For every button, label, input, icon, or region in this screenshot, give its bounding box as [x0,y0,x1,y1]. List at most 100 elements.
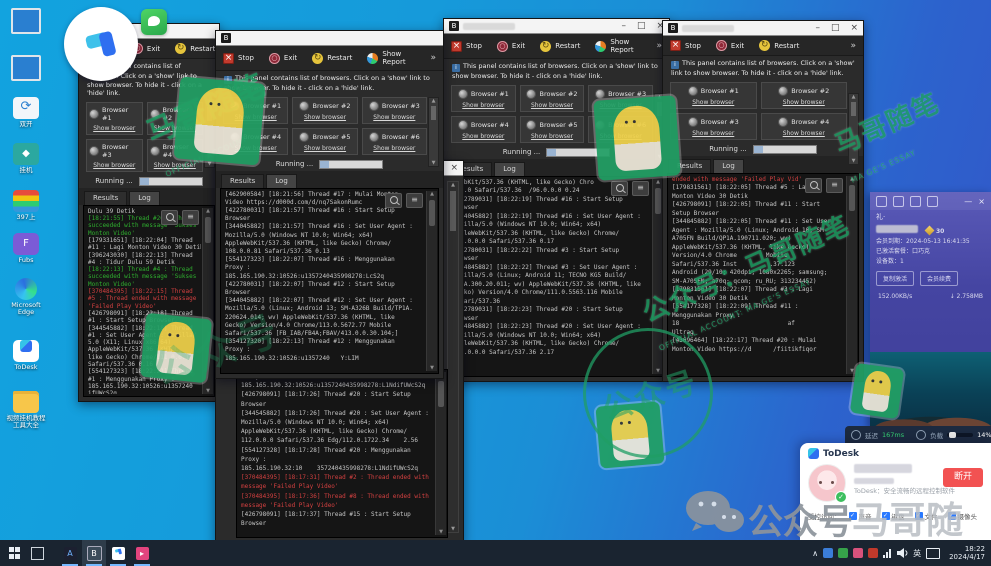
tab-log[interactable]: Log [713,159,744,173]
report-button[interactable]: Show Report [595,38,641,54]
show-browser-link[interactable]: Show browser [93,125,135,132]
speaker-icon[interactable] [896,548,908,558]
tray-icon-green[interactable] [838,548,848,558]
access-checkbox[interactable]: ✓声音 [849,511,872,521]
taskbar-app-pink[interactable]: ▸ [130,540,154,566]
start-button[interactable] [9,547,21,559]
tray-expand-icon[interactable]: ∧ [812,549,818,558]
ime-indicator[interactable]: 英 [913,548,921,559]
tab-log[interactable]: Log [494,162,525,176]
stop-button[interactable]: Stop [223,53,254,64]
taskbar-app-browser[interactable]: B [82,540,106,566]
show-browser-link[interactable]: Show browser [304,114,346,121]
restart-button[interactable]: Restart [312,53,352,64]
log-scrollbar[interactable]: ▲▼ [846,176,857,374]
restart-button[interactable]: Restart [540,41,580,52]
desktop-icon-guaji[interactable]: ◆挂机 [6,143,46,174]
show-browser-link[interactable]: Show browser [600,133,642,140]
todesk-floating-ball[interactable] [64,7,138,81]
log-scrollbar[interactable]: ▲▼ [202,208,213,394]
title-bar[interactable]: B [216,31,443,46]
taskbar-app-a[interactable]: A [58,540,82,566]
taskbar-app-todesk[interactable] [106,540,130,566]
browser-list-scrollbar[interactable]: ▲▼ [428,97,439,167]
desktop-icon-dualopen[interactable]: ⟳双开 [6,97,46,128]
log-scrollbar[interactable]: ▲▼ [426,191,437,371]
show-browser-link[interactable]: Show browser [304,145,346,152]
desktop-icon-pc[interactable] [6,8,46,36]
close-button[interactable]: × [850,24,858,33]
desktop-icon-folder[interactable]: 视频挂机教程工具大全 [6,391,46,429]
tool-icon[interactable] [893,196,904,207]
exit-button[interactable]: Exit [497,41,525,52]
show-browser-link[interactable]: Show browser [531,133,573,140]
show-browser-link[interactable]: Show browser [600,102,642,109]
wechat-floating-icon[interactable] [141,9,167,35]
access-checkbox[interactable]: ✓文件 [915,511,938,521]
video-preview[interactable] [870,352,991,428]
disconnect-button[interactable]: 断开 [943,468,983,487]
show-browser-link[interactable]: Show browser [373,145,415,152]
show-browser-link[interactable]: Show browser [783,130,825,137]
tray-icon-pink[interactable] [853,548,863,558]
exit-button[interactable]: Exit [269,53,297,64]
tab-log[interactable]: Log [129,191,160,205]
menu-icon[interactable]: ≡ [182,210,199,225]
stop-button[interactable]: Stop [451,41,482,52]
menu-icon[interactable]: ≡ [406,193,423,208]
close-button[interactable]: × [450,164,458,173]
tab-results[interactable]: Results [668,159,711,173]
browser-list-scrollbar[interactable]: ▲▼ [848,93,859,165]
tool-icon[interactable] [910,196,921,207]
desktop-icon-397[interactable]: 397上 [6,190,46,221]
title-bar[interactable]: B –□× [663,21,863,36]
show-browser-link[interactable]: Show browser [154,125,196,132]
renew-button[interactable]: 会员续费 [920,271,958,286]
tab-log[interactable]: Log [266,174,297,188]
window-scrollbar[interactable]: ▲▼ [447,181,459,533]
close-button[interactable]: × [978,197,985,206]
load-slider[interactable] [947,433,973,437]
show-browser-link[interactable]: Show browser [235,145,277,152]
desktop-icon-fubs[interactable]: FFubs [6,233,46,264]
desktop-icon-pc2[interactable] [6,55,46,83]
tab-results[interactable]: Results [221,174,264,188]
search-icon[interactable] [611,181,628,196]
task-view-button[interactable] [31,547,44,560]
minimize-button[interactable]: – [815,24,820,33]
menu-icon[interactable]: ≡ [826,178,843,193]
show-browser-link[interactable]: Show browser [154,162,196,169]
minimize-button[interactable]: — [964,197,972,206]
toolbar-overflow-icon[interactable]: » [430,53,436,63]
show-browser-link[interactable]: Show browser [783,99,825,106]
restart-button[interactable]: Restart [759,40,799,51]
tray-icon-red[interactable] [868,548,878,558]
maximize-button[interactable]: □ [831,24,840,33]
search-icon[interactable] [161,210,178,225]
desktop-icon-edge[interactable]: Microsoft Edge [6,278,46,316]
log-scrollbar[interactable]: ▲▼ [435,372,446,535]
show-browser-link[interactable]: Show browser [692,99,734,106]
show-browser-link[interactable]: Show browser [462,133,504,140]
show-browser-link[interactable]: Show browser [692,130,734,137]
tool-icon[interactable] [876,196,887,207]
search-icon[interactable] [385,193,402,208]
tray-icon-blue[interactable] [823,548,833,558]
show-browser-link[interactable]: Show browser [235,114,277,121]
search-icon[interactable] [805,178,822,193]
report-button[interactable]: Show Report [367,50,415,66]
touch-keyboard-icon[interactable] [926,548,940,559]
access-checkbox[interactable]: ✓摄像头 [948,511,978,521]
toolbar-overflow-icon[interactable]: » [850,41,856,51]
title-bar[interactable]: B –□× [444,19,669,34]
network-icon[interactable] [883,549,891,558]
menu-icon[interactable]: ≡ [632,181,649,196]
tool-icon[interactable] [927,196,938,207]
show-browser-link[interactable]: Show browser [531,102,573,109]
show-browser-link[interactable]: Show browser [462,102,504,109]
access-checkbox[interactable]: ✓键盘 [882,511,905,521]
desktop-icon-todesk[interactable]: ToDesk [6,335,46,371]
restart-button[interactable]: Restart [175,43,215,54]
copy-activation-button[interactable]: 复制激活 [876,271,914,286]
minimize-button[interactable]: – [621,22,626,31]
